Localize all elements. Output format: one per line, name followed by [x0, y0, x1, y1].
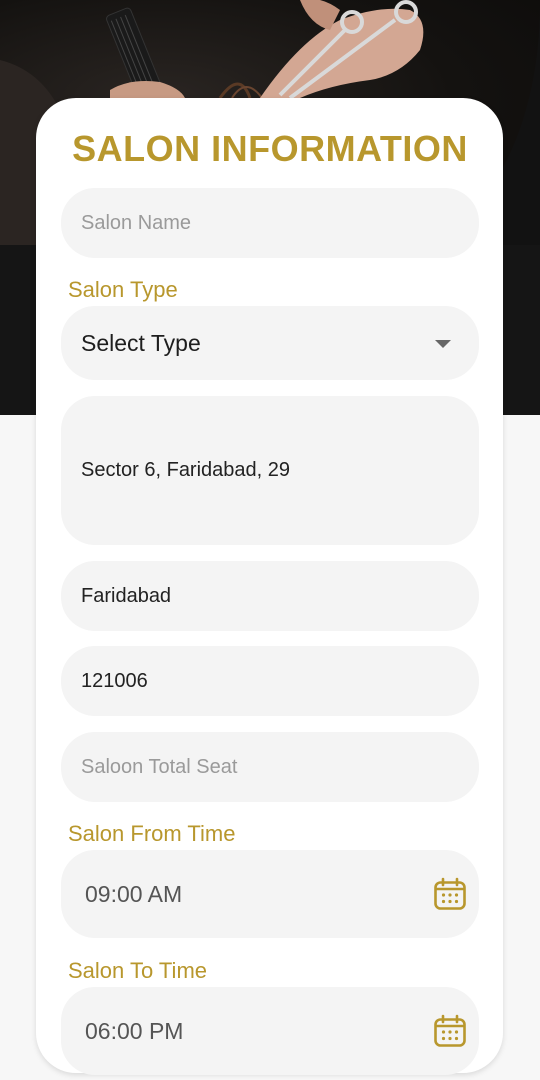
dropdown-caret-icon	[435, 340, 451, 348]
salon-name-input[interactable]: Salon Name	[61, 188, 479, 258]
salon-type-label: Salon Type	[68, 277, 178, 302]
from-time-input[interactable]: 09:00 AM	[61, 850, 479, 938]
to-time-value: 06:00 PM	[85, 1017, 184, 1044]
pincode-input[interactable]: 121006	[61, 646, 479, 716]
to-time-input[interactable]: 06:00 PM	[61, 987, 479, 1075]
calendar-icon[interactable]	[433, 1014, 467, 1048]
pincode-value: 121006	[81, 669, 148, 692]
salon-info-screen: SALON INFORMATION Salon Name Salon Type …	[0, 0, 540, 1080]
city-value: Faridabad	[81, 584, 172, 607]
calendar-icon[interactable]	[433, 877, 467, 911]
from-time-value: 09:00 AM	[85, 880, 183, 907]
city-input[interactable]: Faridabad	[61, 561, 479, 631]
salon-type-select[interactable]: Select Type	[61, 306, 479, 380]
to-time-label: Salon To Time	[68, 958, 208, 983]
address-value: Sector 6, Faridabad, 29	[81, 459, 291, 481]
total-seat-placeholder: Saloon Total Seat	[81, 755, 238, 778]
from-time-label: Salon From Time	[68, 821, 236, 846]
page-title: SALON INFORMATION	[72, 128, 468, 169]
salon-name-placeholder: Salon Name	[81, 211, 192, 234]
address-textarea[interactable]: Sector 6, Faridabad, 29	[61, 396, 479, 545]
salon-type-selected: Select Type	[81, 329, 201, 356]
total-seat-input[interactable]: Saloon Total Seat	[61, 732, 479, 802]
